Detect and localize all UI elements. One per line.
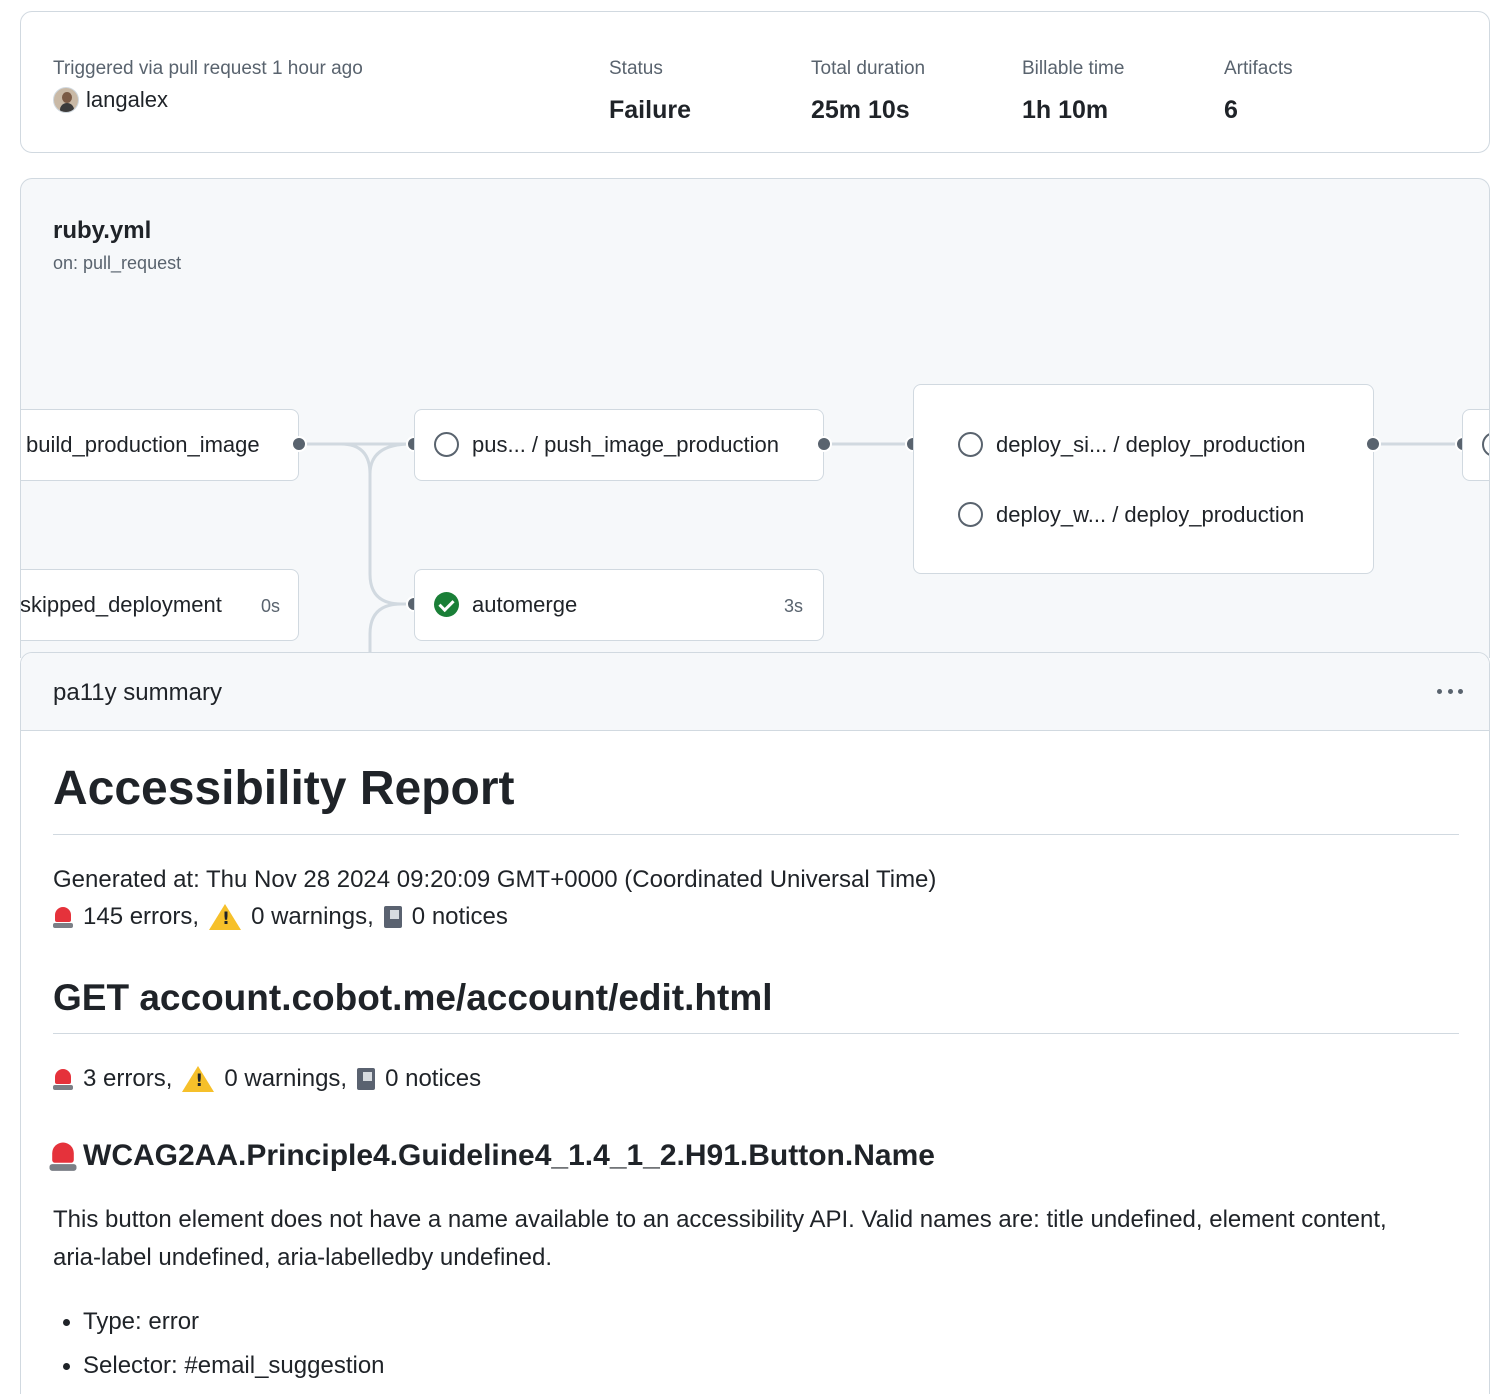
success-check-icon bbox=[434, 592, 459, 617]
job-label: pus... / push_image_production bbox=[472, 432, 779, 457]
pending-status-icon bbox=[958, 502, 983, 527]
status-value: Failure bbox=[609, 96, 691, 124]
errors-count: 145 errors, bbox=[83, 903, 200, 930]
deploy-matrix-group[interactable]: deploy_si... / deploy_production deploy_… bbox=[913, 384, 1374, 574]
job-label: skipped_deployment bbox=[20, 592, 222, 617]
warnings-count: 0 warnings, bbox=[251, 903, 374, 930]
siren-icon bbox=[49, 1141, 77, 1171]
panel-title: pa11y summary bbox=[53, 679, 222, 706]
job-deploy-production-2[interactable]: deploy_w... / deploy_production bbox=[914, 485, 1373, 575]
errors-count: 3 errors, bbox=[83, 1065, 173, 1092]
job-push-image-production[interactable]: pus... / push_image_production bbox=[414, 409, 824, 481]
issue-description: This button element does not have a name… bbox=[53, 1206, 1387, 1271]
notices-count: 0 notices bbox=[411, 903, 508, 930]
page-totals: 3 errors, 0 warnings, 0 notices bbox=[53, 1065, 491, 1093]
workflow-graph[interactable]: ruby.yml on: pull_request build_producti… bbox=[20, 178, 1490, 658]
billable-value[interactable]: 1h 10m bbox=[1022, 96, 1108, 125]
run-summary: Triggered via pull request 1 hour ago la… bbox=[20, 11, 1490, 153]
artifacts-label: Artifacts bbox=[1224, 58, 1293, 79]
job-summary-panel: pa11y summary Accessibility Report Gener… bbox=[20, 652, 1490, 1394]
job-build-production-image[interactable]: build_production_image bbox=[21, 409, 299, 481]
job-label: automerge bbox=[472, 592, 578, 617]
issue-type: Type: error bbox=[62, 1308, 200, 1335]
edge-handle bbox=[291, 436, 307, 452]
generated-at: Generated at: Thu Nov 28 2024 09:20:09 G… bbox=[53, 866, 937, 893]
kebab-dot bbox=[1437, 688, 1442, 694]
job-automerge[interactable]: automerge 3s bbox=[414, 569, 824, 641]
pending-status-icon bbox=[958, 432, 983, 457]
duration-value: 25m 10s bbox=[811, 96, 910, 124]
actor-name[interactable]: langalex bbox=[86, 87, 168, 113]
job-skipped-deployment[interactable]: skipped_deployment 0s bbox=[20, 569, 299, 641]
kebab-dot bbox=[1447, 688, 1453, 694]
trigger-label: Triggered via pull request 1 hour ago bbox=[53, 58, 363, 79]
warnings-count: 0 warnings, bbox=[224, 1065, 348, 1092]
page-heading: GET account.cobot.me/account/edit.html bbox=[53, 977, 773, 1018]
job-duration: 0s bbox=[260, 596, 280, 616]
divider bbox=[53, 834, 1459, 835]
edge-handle bbox=[816, 436, 832, 452]
siren-icon bbox=[53, 906, 73, 928]
issue-code: WCAG2AA.Principle4.Guideline4_1.4_1_2.H9… bbox=[83, 1139, 935, 1172]
siren-icon bbox=[53, 1068, 73, 1090]
job-label: deploy_w... / deploy_production bbox=[996, 502, 1305, 527]
warning-icon bbox=[209, 904, 242, 930]
kebab-dot bbox=[1458, 688, 1463, 694]
job-label: deploy_si... / deploy_production bbox=[996, 432, 1306, 457]
job-next[interactable] bbox=[1462, 409, 1489, 481]
actor[interactable]: langalex bbox=[53, 87, 168, 113]
warning-icon bbox=[182, 1066, 215, 1092]
billable-label: Billable time bbox=[1022, 58, 1125, 79]
notebook-icon bbox=[357, 1068, 376, 1090]
notebook-icon bbox=[383, 906, 402, 928]
pending-status-icon bbox=[434, 432, 459, 457]
report-title: Accessibility Report bbox=[53, 762, 515, 815]
issue-heading: WCAG2AA.Principle4.Guideline4_1.4_1_2.H9… bbox=[49, 1139, 935, 1173]
job-duration: 3s bbox=[783, 596, 803, 616]
job-deploy-production-1[interactable]: deploy_si... / deploy_production bbox=[914, 385, 1373, 500]
duration-label: Total duration bbox=[811, 58, 926, 79]
pending-status-icon bbox=[1482, 432, 1489, 457]
issue-selector: Selector: #email_suggestion bbox=[63, 1352, 385, 1379]
job-label: build_production_image bbox=[26, 432, 260, 457]
report-totals: 145 errors, 0 warnings, 0 notices bbox=[53, 903, 518, 931]
divider bbox=[53, 1033, 1459, 1034]
notices-count: 0 notices bbox=[385, 1065, 482, 1092]
artifacts-value[interactable]: 6 bbox=[1224, 96, 1238, 125]
more-options-button[interactable] bbox=[1433, 679, 1467, 703]
edge-handle bbox=[1365, 436, 1381, 452]
avatar[interactable] bbox=[53, 87, 79, 113]
panel-header: pa11y summary bbox=[21, 653, 1489, 731]
status-label: Status bbox=[609, 58, 663, 79]
